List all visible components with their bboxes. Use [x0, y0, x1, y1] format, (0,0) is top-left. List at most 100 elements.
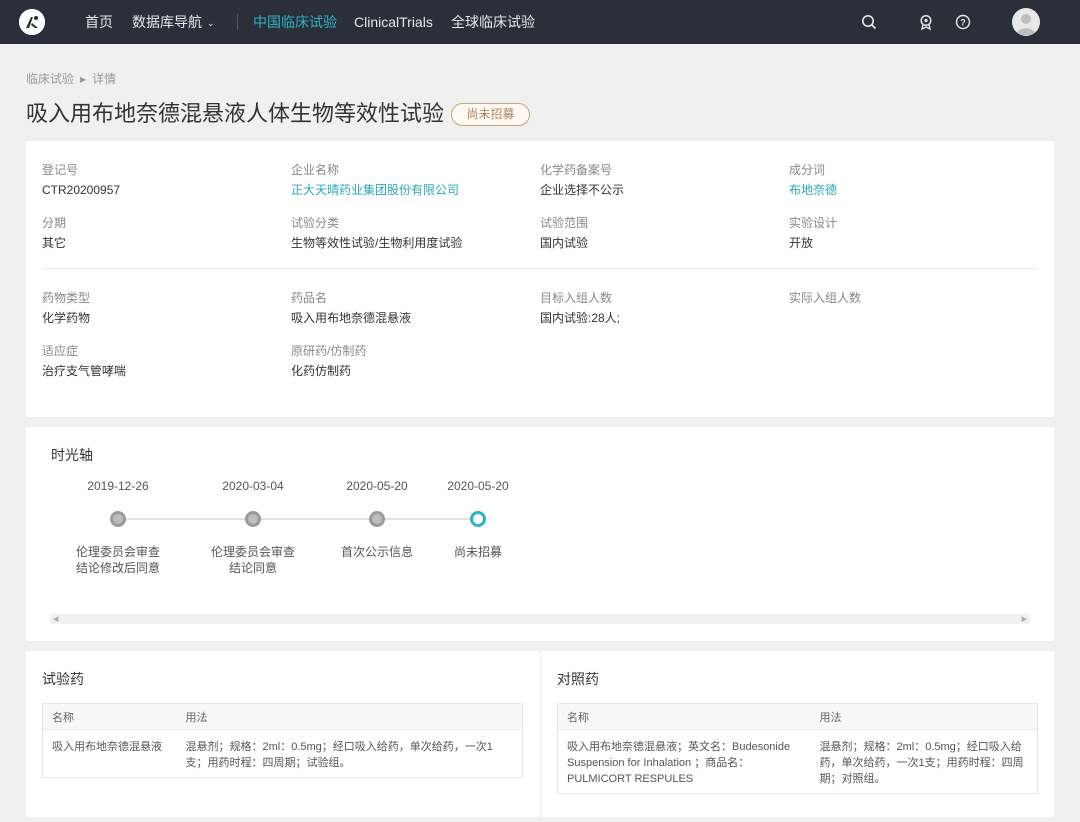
timeline-line: [118, 518, 478, 520]
table-row: 吸入用布地奈德混悬液 混悬剂；规格：2ml：0.5mg；经口吸入给药，单次给药，…: [43, 730, 523, 778]
timeline-dot[interactable]: [245, 511, 261, 527]
field-label: 实验设计: [789, 216, 838, 230]
timeline-desc: 伦理委员会审查 结论同意: [193, 544, 313, 576]
timeline-title: 时光轴: [51, 447, 93, 463]
field-value: 开放: [789, 236, 814, 250]
field-label: 原研药/仿制药: [291, 344, 367, 358]
search-icon[interactable]: [860, 13, 878, 31]
field-ingredient: 成分词 布地奈德: [789, 162, 1029, 198]
field-trial-category: 试验分类 生物等效性试验/生物利用度试验: [291, 215, 531, 251]
timeline-date: 2020-03-04: [222, 479, 284, 493]
field-drug-name: 药品名 吸入用布地奈德混悬液: [291, 290, 531, 326]
timeline-desc-line: 结论同意: [228, 561, 277, 575]
field-design: 实验设计 开放: [789, 215, 1029, 251]
timeline-desc-line: 结论修改后同意: [75, 561, 160, 575]
page-title: 吸入用布地奈德混悬液人体生物等效性试验: [26, 101, 445, 126]
table-row: 吸入用布地奈德混悬液；英文名：Budesonide Suspension for…: [558, 730, 1038, 794]
column-header-usage: 用法: [176, 703, 523, 730]
nav-china-trials[interactable]: 中国临床试验: [253, 13, 337, 31]
field-value: 国内试验:28人;: [540, 311, 621, 325]
help-icon[interactable]: ?: [954, 13, 972, 31]
timeline-desc-line: 伦理委员会审查: [75, 545, 160, 559]
field-value: 企业选择不公示: [540, 183, 625, 197]
status-badge: 尚未招募: [451, 103, 530, 126]
drug-usage-cell: 混悬剂；规格：2ml：0.5mg；经口吸入给药，单次给药，一次1支；用药时程：四…: [819, 741, 1024, 785]
field-value: CTR20200957: [42, 183, 121, 197]
timeline-desc: 伦理委员会审查 结论修改后同意: [58, 544, 178, 576]
field-drug-type: 药物类型 化学药物: [42, 290, 282, 326]
field-filing-no: 化学药备案号 企业选择不公示: [540, 162, 780, 198]
nav-home[interactable]: 首页: [85, 13, 113, 31]
horizontal-scrollbar[interactable]: ◀ ▶: [50, 614, 1030, 624]
timeline-dot[interactable]: [110, 511, 126, 527]
field-label: 实际入组人数: [789, 291, 862, 305]
field-target-enrollment: 目标入组人数 国内试验:28人;: [540, 290, 780, 326]
test-drug-title: 试验药: [42, 671, 84, 687]
field-value: 治疗支气管哮喘: [42, 364, 127, 378]
breadcrumb-item-trials[interactable]: 临床试验: [26, 72, 74, 86]
award-icon[interactable]: [917, 13, 935, 31]
field-value: 生物等效性试验/生物利用度试验: [291, 236, 463, 250]
field-indication: 适应症 治疗支气管哮喘: [42, 343, 282, 379]
field-label: 化学药备案号: [540, 163, 613, 177]
field-actual-enrollment: 实际入组人数: [789, 290, 1029, 310]
field-label: 药物类型: [42, 291, 91, 305]
table-header-row: 名称 用法: [557, 703, 1038, 730]
field-original-generic: 原研药/仿制药 化药仿制药: [291, 343, 531, 379]
drug-name-cell: 吸入用布地奈德混悬液: [52, 741, 162, 753]
ingredient-link[interactable]: 布地奈德: [789, 182, 1029, 198]
field-company: 企业名称 正大天晴药业集团股份有限公司: [291, 162, 531, 198]
field-value: 其它: [42, 236, 67, 250]
chevron-down-icon: ⌄: [207, 18, 215, 28]
divider: [42, 268, 1038, 269]
field-value: 化药仿制药: [291, 364, 352, 378]
field-label: 分期: [42, 216, 67, 230]
timeline-card: 时光轴 2019-12-26 伦理委员会审查 结论修改后同意 2020-03-0…: [26, 427, 1054, 641]
nav-divider: [237, 14, 238, 30]
svg-text:?: ?: [960, 18, 966, 28]
field-label: 成分词: [789, 163, 826, 177]
test-drug-table: 名称 用法 吸入用布地奈德混悬液 混悬剂；规格：2ml：0.5mg；经口吸入给药…: [42, 703, 523, 778]
column-header-usage: 用法: [810, 703, 1038, 730]
field-label: 目标入组人数: [540, 291, 613, 305]
field-label: 试验范围: [540, 216, 589, 230]
field-label: 企业名称: [291, 163, 340, 177]
timeline-desc-line: 尚未招募: [453, 545, 502, 559]
caret-right-icon: ▶: [80, 75, 87, 84]
nav-database-label: 数据库导航: [132, 14, 202, 30]
table-header-row: 名称 用法: [42, 703, 523, 730]
trial-info-card: 登记号 CTR20200957 企业名称 正大天晴药业集团股份有限公司 化学药备…: [26, 141, 1054, 417]
nav-database[interactable]: 数据库导航 ⌄: [132, 13, 215, 32]
company-link[interactable]: 正大天晴药业集团股份有限公司: [291, 182, 531, 198]
timeline-desc: 尚未招募: [418, 544, 538, 560]
field-label: 适应症: [42, 344, 79, 358]
field-value: 化学药物: [42, 311, 91, 325]
drug-usage-cell: 混悬剂；规格：2ml：0.5mg；经口吸入给药，单次给药，一次1支；用药时程：四…: [185, 741, 493, 769]
field-phase: 分期 其它: [42, 215, 282, 251]
scroll-left-icon[interactable]: ◀: [53, 615, 58, 623]
scroll-right-icon[interactable]: ▶: [1022, 615, 1027, 623]
drug-name-cell: 吸入用布地奈德混悬液；英文名：Budesonide Suspension for…: [567, 741, 791, 785]
timeline-desc-line: 伦理委员会审查: [210, 545, 295, 559]
timeline-dot-current[interactable]: [470, 511, 486, 527]
breadcrumb: 临床试验 ▶ 详情: [26, 70, 116, 87]
user-avatar[interactable]: [1012, 8, 1040, 36]
control-drug-table: 名称 用法 吸入用布地奈德混悬液；英文名：Budesonide Suspensi…: [557, 703, 1038, 794]
field-trial-scope: 试验范围 国内试验: [540, 215, 780, 251]
column-header-name: 名称: [557, 703, 811, 730]
control-drug-title: 对照药: [557, 671, 599, 687]
control-drug-card: 对照药 名称 用法 吸入用布地奈德混悬液；英文名：Budesonide Susp…: [541, 651, 1054, 817]
field-value: 国内试验: [540, 236, 589, 250]
breadcrumb-item-detail: 详情: [92, 72, 117, 86]
field-label: 登记号: [42, 163, 79, 177]
column-header-name: 名称: [42, 703, 177, 730]
timeline-date: 2020-05-20: [447, 479, 509, 493]
field-value: 吸入用布地奈德混悬液: [291, 311, 412, 325]
timeline-dot[interactable]: [369, 511, 385, 527]
test-drug-card: 试验药 名称 用法 吸入用布地奈德混悬液 混悬剂；规格：2ml：0.5mg；经口…: [26, 651, 540, 817]
nav-global-trials[interactable]: 全球临床试验: [451, 13, 535, 31]
top-navbar: 首页 数据库导航 ⌄ 中国临床试验 ClinicalTrials 全球临床试验 ?: [0, 0, 1080, 44]
logo-icon[interactable]: [19, 9, 45, 35]
nav-clinicaltrials[interactable]: ClinicalTrials: [354, 13, 433, 31]
field-label: 药品名: [291, 291, 328, 305]
